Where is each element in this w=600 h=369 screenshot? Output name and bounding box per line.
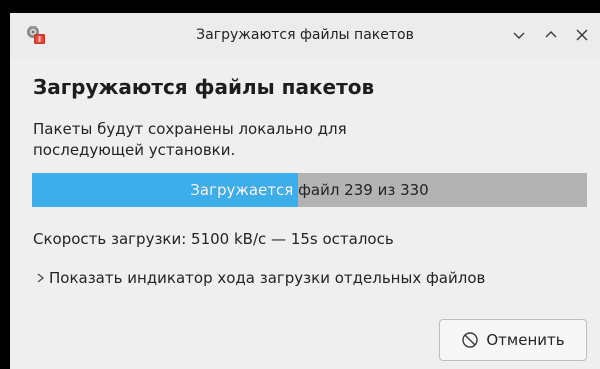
- progress-label-clip: Загружается файл 239 из 330: [32, 173, 298, 207]
- dialog-description: Пакеты будут сохранены локально для посл…: [33, 120, 347, 159]
- title-bar[interactable]: Загружаются файлы пакетов: [10, 13, 600, 58]
- dialog-heading: Загружаются файлы пакетов: [33, 75, 375, 99]
- download-progress-bar: Загружается файл 239 из 330 Загружается …: [32, 173, 587, 207]
- cancel-button[interactable]: Отменить: [439, 319, 587, 361]
- progress-label-highlight: Загружается файл 239 из 330: [190, 181, 298, 199]
- package-manager-icon: [25, 24, 49, 46]
- close-icon[interactable]: [573, 26, 591, 44]
- minimize-icon[interactable]: [510, 26, 528, 44]
- show-file-progress-label: Показать индикатор хода загрузки отдельн…: [49, 269, 486, 287]
- cancel-icon: [461, 331, 479, 349]
- download-dialog-window: Загружаются файлы пакетов Загружаются фа…: [10, 13, 600, 369]
- dialog-content: Загружаются файлы пакетов Пакеты будут с…: [10, 58, 600, 369]
- chevron-right-icon: [36, 270, 45, 283]
- maximize-icon[interactable]: [542, 26, 560, 44]
- show-file-progress-toggle[interactable]: Показать индикатор хода загрузки отдельн…: [36, 269, 485, 287]
- cancel-button-label: Отменить: [486, 331, 565, 349]
- download-speed-text: Скорость загрузки: 5100 kB/с — 15s остал…: [33, 230, 394, 248]
